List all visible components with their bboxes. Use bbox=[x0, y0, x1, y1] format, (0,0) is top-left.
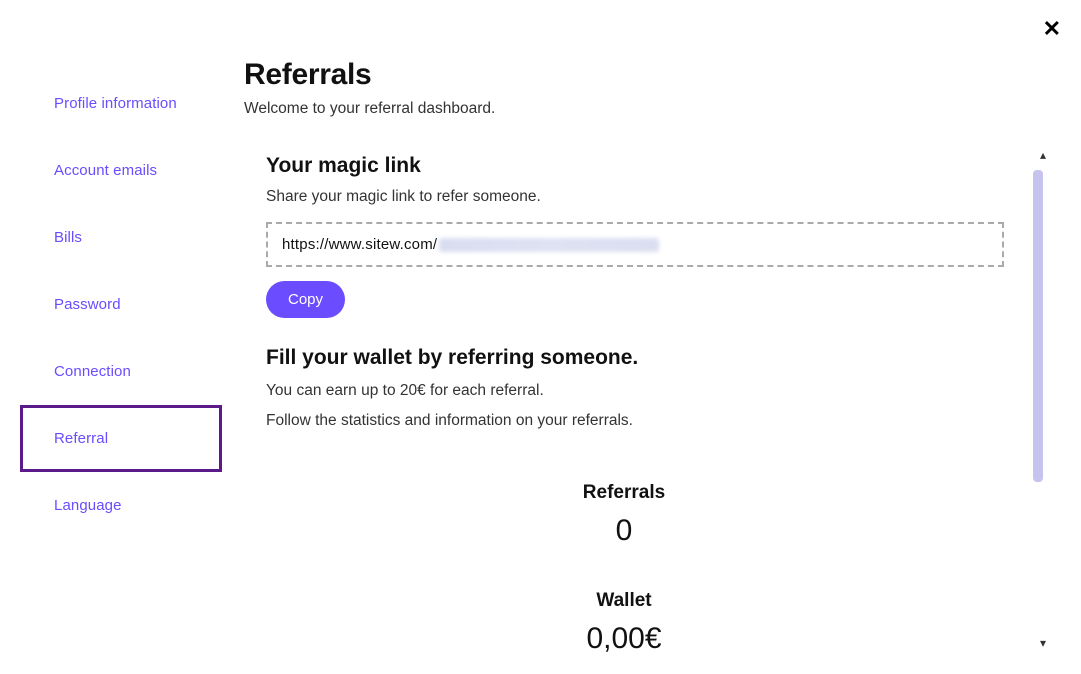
sidebar-item-password[interactable]: Password bbox=[20, 271, 222, 338]
scroll-down-icon[interactable]: ▾ bbox=[1040, 636, 1046, 650]
stats-section: Referrals 0 Wallet 0,00€ bbox=[244, 482, 1004, 656]
referrals-value: 0 bbox=[244, 514, 1004, 548]
scrollbar[interactable] bbox=[1033, 170, 1043, 482]
magic-link-section: Your magic link Share your magic link to… bbox=[244, 154, 1004, 318]
sidebar-item-account-emails[interactable]: Account emails bbox=[20, 137, 222, 204]
page-subtitle: Welcome to your referral dashboard. bbox=[244, 100, 1004, 118]
wallet-info-line1: You can earn up to 20€ for each referral… bbox=[266, 382, 1004, 400]
magic-link-heading: Your magic link bbox=[266, 154, 1004, 178]
page-title: Referrals bbox=[244, 58, 1004, 92]
magic-link-input[interactable]: https://www.sitew.com/ bbox=[266, 222, 1004, 267]
wallet-info-section: Fill your wallet by referring someone. Y… bbox=[244, 346, 1004, 430]
sidebar-item-connection[interactable]: Connection bbox=[20, 338, 222, 405]
magic-link-redacted bbox=[439, 238, 659, 252]
sidebar-item-profile-information[interactable]: Profile information bbox=[20, 70, 222, 137]
referrals-label: Referrals bbox=[244, 482, 1004, 504]
copy-button[interactable]: Copy bbox=[266, 281, 345, 318]
wallet-value: 0,00€ bbox=[244, 622, 1004, 656]
main-content: Referrals Welcome to your referral dashb… bbox=[222, 0, 1081, 674]
wallet-info-heading: Fill your wallet by referring someone. bbox=[266, 346, 1004, 370]
magic-link-url: https://www.sitew.com/ bbox=[282, 236, 437, 253]
sidebar-item-language[interactable]: Language bbox=[20, 472, 222, 539]
sidebar: Profile information Account emails Bills… bbox=[0, 0, 222, 674]
scroll-up-icon[interactable]: ▴ bbox=[1040, 148, 1046, 162]
magic-link-description: Share your magic link to refer someone. bbox=[266, 188, 1004, 206]
wallet-label: Wallet bbox=[244, 590, 1004, 612]
wallet-info-line2: Follow the statistics and information on… bbox=[266, 412, 1004, 430]
sidebar-item-referral[interactable]: Referral bbox=[20, 405, 222, 472]
sidebar-item-bills[interactable]: Bills bbox=[20, 204, 222, 271]
